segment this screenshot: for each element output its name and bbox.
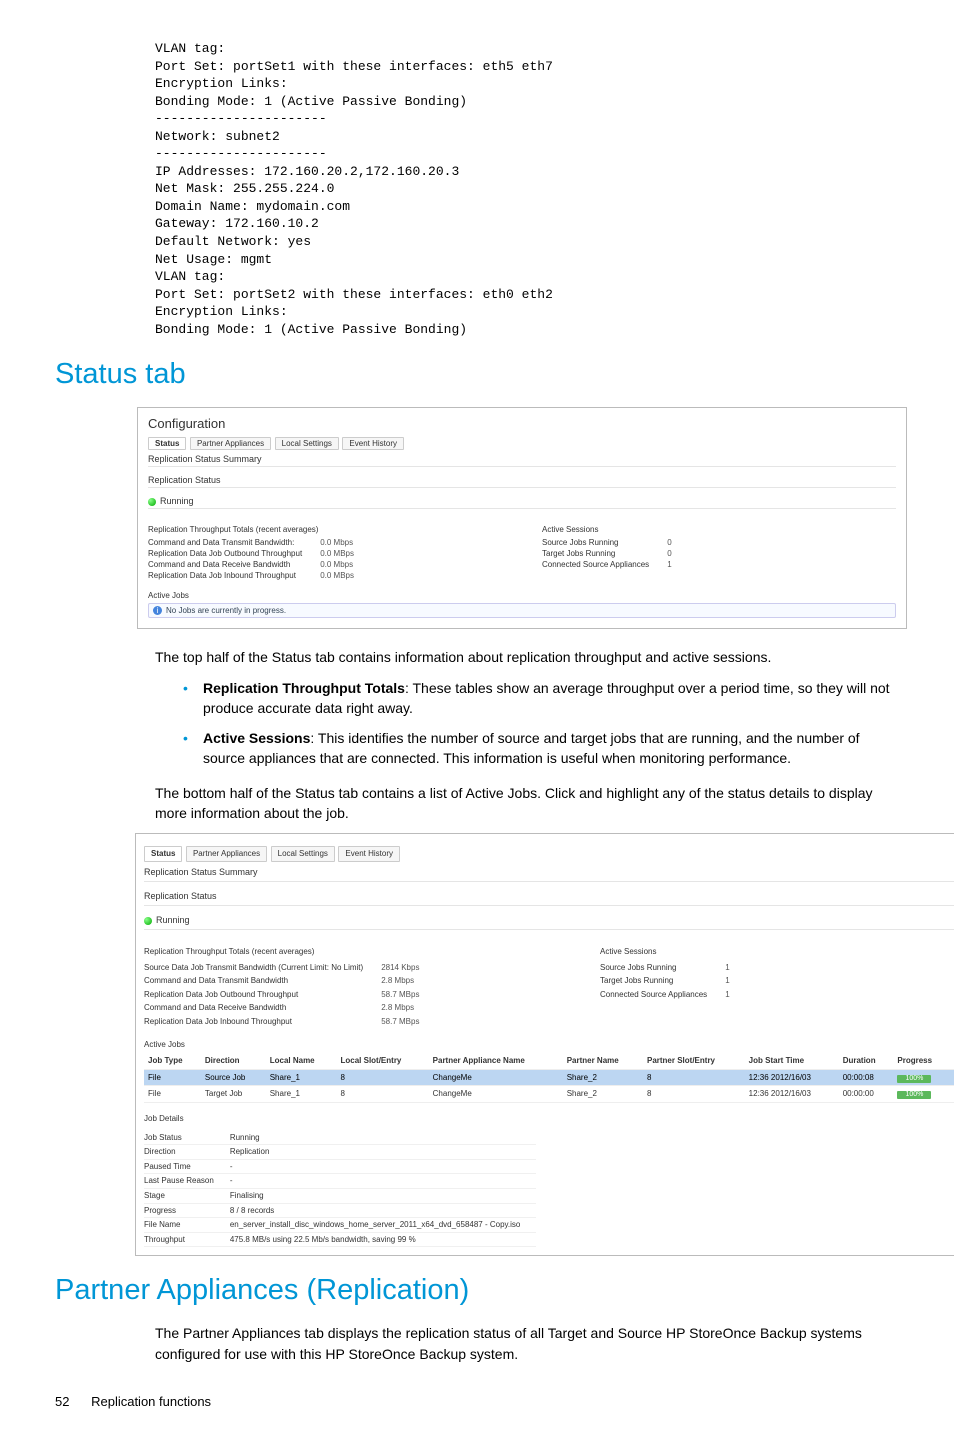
active-sessions-label-2: Active Sessions xyxy=(600,946,954,958)
tab-status-2[interactable]: Status xyxy=(144,846,182,862)
active-jobs-table: Job TypeDirection Local NameLocal Slot/E… xyxy=(144,1053,954,1103)
active-jobs-label-2: Active Jobs xyxy=(144,1039,954,1051)
job-details-label: Job Details xyxy=(144,1113,954,1125)
para-partner-appliances: The Partner Appliances tab displays the … xyxy=(155,1323,899,1364)
active-sessions-table: Source Jobs Running0 Target Jobs Running… xyxy=(542,537,678,570)
tab-local-settings[interactable]: Local Settings xyxy=(275,437,339,450)
throughput-table: Command and Data Transmit Bandwidth:0.0 … xyxy=(148,537,360,581)
tab-event-history-2[interactable]: Event History xyxy=(338,846,400,862)
para-bottom-half: The bottom half of the Status tab contai… xyxy=(155,783,899,824)
replication-status-summary: Replication Status Summary xyxy=(148,452,896,467)
screenshot-status-tab: Configuration Status Partner Appliances … xyxy=(137,407,907,629)
config-title: Configuration xyxy=(148,416,896,431)
bullet-active-sessions: Active Sessions: This identifies the num… xyxy=(183,728,899,769)
replication-status-label: Replication Status xyxy=(148,473,896,488)
bullet-throughput: Replication Throughput Totals: These tab… xyxy=(183,678,899,719)
page-footer: 52 Replication functions xyxy=(55,1394,899,1409)
job-details-table: Job StatusRunning DirectionReplication P… xyxy=(144,1131,536,1248)
screenshot-active-jobs: Status Partner Appliances Local Settings… xyxy=(135,833,954,1256)
status-running: Running xyxy=(148,494,896,509)
tab-bar-2: Status Partner Appliances Local Settings… xyxy=(144,846,954,862)
throughput-totals-label: Replication Throughput Totals (recent av… xyxy=(148,525,502,534)
status-running-2: Running xyxy=(144,912,954,930)
heading-partner-appliances: Partner Appliances (Replication) xyxy=(55,1274,899,1307)
tab-partner-appliances[interactable]: Partner Appliances xyxy=(190,437,271,450)
table-row[interactable]: FileTarget Job Share_18 ChangeMeShare_2 … xyxy=(144,1086,954,1103)
running-icon xyxy=(148,498,156,506)
progress-bar: 100% xyxy=(897,1091,931,1099)
running-icon-2 xyxy=(144,917,152,925)
progress-bar: 100% xyxy=(897,1075,931,1083)
tab-local-settings-2[interactable]: Local Settings xyxy=(271,846,335,862)
throughput-table-2: Source Data Job Transmit Bandwidth (Curr… xyxy=(144,961,425,1029)
code-block: VLAN tag: Port Set: portSet1 with these … xyxy=(155,40,899,338)
tab-status[interactable]: Status xyxy=(148,437,186,450)
replication-status-summary-2: Replication Status Summary xyxy=(144,864,954,882)
para-top-half: The top half of the Status tab contains … xyxy=(155,647,899,667)
tab-partner-appliances-2[interactable]: Partner Appliances xyxy=(186,846,267,862)
table-row[interactable]: FileSource Job Share_18 ChangeMeShare_2 … xyxy=(144,1069,954,1086)
info-icon: i xyxy=(153,606,162,615)
tab-bar: Status Partner Appliances Local Settings… xyxy=(148,437,896,450)
throughput-totals-label-2: Replication Throughput Totals (recent av… xyxy=(144,946,560,958)
active-jobs-label: Active Jobs xyxy=(148,591,896,600)
footer-section: Replication functions xyxy=(91,1394,211,1409)
active-sessions-table-2: Source Jobs Running1 Target Jobs Running… xyxy=(600,961,736,1002)
tab-event-history[interactable]: Event History xyxy=(342,437,404,450)
page-number: 52 xyxy=(55,1394,69,1409)
heading-status-tab: Status tab xyxy=(55,358,899,391)
replication-status-label-2: Replication Status xyxy=(144,888,954,906)
active-sessions-label: Active Sessions xyxy=(542,525,896,534)
no-jobs-info: iNo Jobs are currently in progress. xyxy=(148,603,896,618)
